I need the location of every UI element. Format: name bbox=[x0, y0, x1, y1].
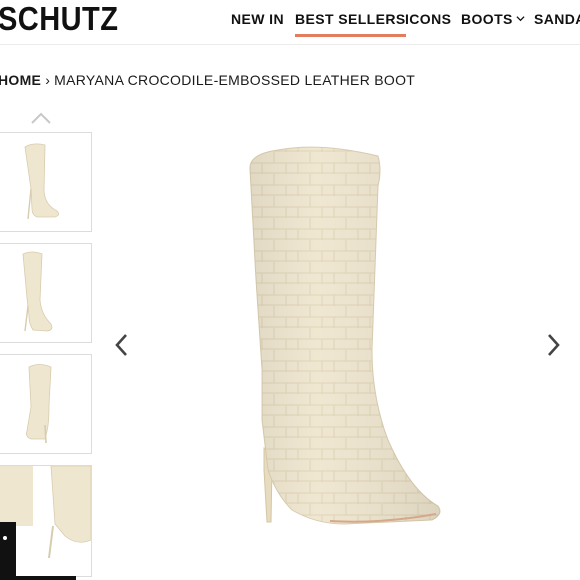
chevron-left-icon[interactable] bbox=[112, 332, 130, 358]
chat-button[interactable] bbox=[0, 522, 16, 580]
breadcrumb-home[interactable]: HOME bbox=[0, 72, 41, 88]
thumbnail-3[interactable] bbox=[0, 354, 92, 454]
nav-new-in[interactable]: NEW IN bbox=[231, 11, 284, 27]
thumbnail-1[interactable] bbox=[0, 132, 92, 232]
site-header: SCHUTZ NEW IN BEST SELLERS ICONS BOOTS S… bbox=[0, 0, 580, 45]
nav-boots-label: BOOTS bbox=[461, 11, 513, 27]
breadcrumb-separator: › bbox=[45, 72, 51, 88]
bottom-bar bbox=[0, 576, 76, 580]
nav-sandals[interactable]: SANDAL bbox=[534, 11, 580, 27]
nav-best-sellers[interactable]: BEST SELLERS bbox=[295, 11, 406, 37]
boot-back-image bbox=[26, 364, 52, 444]
chevron-down-icon bbox=[516, 16, 525, 22]
boot-front-image bbox=[24, 143, 59, 220]
chevron-right-icon[interactable] bbox=[545, 332, 563, 358]
chevron-up-icon[interactable] bbox=[30, 111, 52, 125]
breadcrumb-current: MARYANA CROCODILE-EMBOSSED LEATHER BOOT bbox=[54, 72, 416, 88]
brand-logo[interactable]: SCHUTZ bbox=[0, 0, 118, 38]
product-main-image bbox=[249, 146, 441, 525]
boot-side-image bbox=[22, 251, 53, 332]
breadcrumb: HOME › MARYANA CROCODILE-EMBOSSED LEATHER … bbox=[0, 72, 415, 88]
thumbnail-2[interactable] bbox=[0, 243, 92, 343]
nav-icons[interactable]: ICONS bbox=[405, 11, 451, 27]
nav-boots[interactable]: BOOTS bbox=[461, 11, 525, 27]
